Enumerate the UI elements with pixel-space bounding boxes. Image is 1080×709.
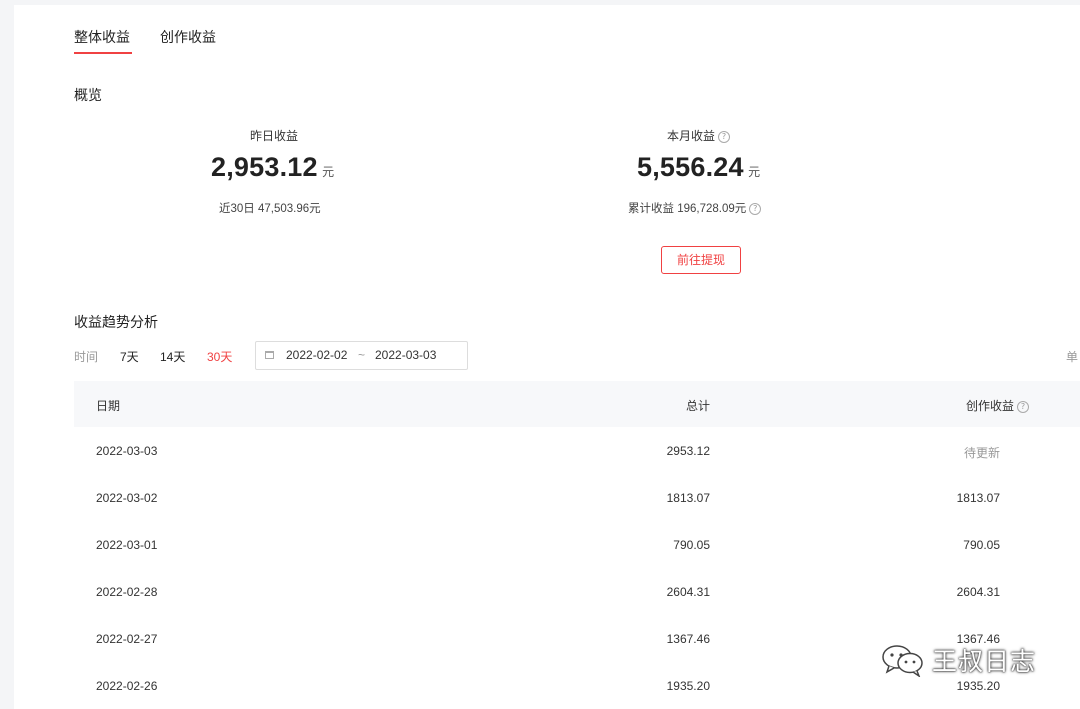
time-filter-label: 时间 xyxy=(74,350,99,364)
wechat-icon xyxy=(882,645,923,677)
row-total: 1935.20 xyxy=(666,679,710,693)
month-unit: 元 xyxy=(748,165,761,179)
row-total: 790.05 xyxy=(673,538,710,552)
month-earnings-label: 本月收益 xyxy=(667,129,716,143)
table-header: 日期 总计 创作收益? xyxy=(74,381,1080,427)
table-row: 2022-03-02 1813.07 1813.07 xyxy=(74,474,1080,522)
row-date: 2022-02-28 xyxy=(96,585,158,599)
overview-title: 概览 xyxy=(74,87,102,103)
yesterday-unit: 元 xyxy=(322,165,335,179)
row-total: 1367.46 xyxy=(666,632,710,646)
table-row: 2022-03-03 2953.12 待更新 xyxy=(74,427,1080,475)
filter-30-days[interactable]: 30天 xyxy=(207,348,232,365)
date-end: 2022-03-03 xyxy=(375,348,437,362)
total-earnings: 累计收益 196,728.09元 xyxy=(628,203,747,215)
watermark-text: 王叔日志 xyxy=(932,648,1037,676)
col-total: 总计 xyxy=(685,399,710,413)
tab-creation-earnings[interactable]: 创作收益 xyxy=(160,27,216,47)
date-range-picker[interactable]: 2022-02-02 ~ 2022-03-03 xyxy=(255,341,468,370)
total-earnings-group: 累计收益 196,728.09元? xyxy=(628,200,762,216)
table-row: 2022-03-01 790.05 790.05 xyxy=(74,521,1080,569)
yesterday-amount: 2,953.12 xyxy=(211,152,318,182)
row-creation: 1813.07 xyxy=(956,491,1000,505)
row-date: 2022-02-27 xyxy=(96,632,158,646)
month-amount: 5,556.24 xyxy=(637,152,744,182)
help-icon[interactable]: ? xyxy=(1017,400,1029,413)
row-date: 2022-03-03 xyxy=(96,444,158,458)
col-creation-group: 创作收益? xyxy=(966,397,1029,414)
withdraw-button[interactable]: 前往提现 xyxy=(661,246,741,274)
active-tab-indicator xyxy=(74,52,132,54)
row-creation: 1935.20 xyxy=(956,679,1000,693)
filter-7-days[interactable]: 7天 xyxy=(120,348,139,365)
col-creation: 创作收益 xyxy=(965,399,1014,413)
col-date: 日期 xyxy=(96,399,121,413)
row-total: 1813.07 xyxy=(666,491,710,505)
table-row: 2022-02-28 2604.31 2604.31 xyxy=(74,568,1080,616)
row-date: 2022-02-26 xyxy=(96,679,158,693)
filter-14-days[interactable]: 14天 xyxy=(160,348,185,365)
month-earnings-label-group: 本月收益? xyxy=(667,127,731,144)
row-creation: 2604.31 xyxy=(956,585,1000,599)
month-earnings-value: 5,556.24 元 xyxy=(637,152,760,183)
date-start: 2022-02-02 xyxy=(286,348,348,362)
calendar-icon xyxy=(265,351,274,359)
row-date: 2022-03-01 xyxy=(96,538,158,552)
yesterday-earnings-value: 2,953.12 元 xyxy=(211,152,334,183)
row-creation: 790.05 xyxy=(963,538,1000,552)
earnings-card: 整体收益 创作收益 概览 昨日收益 2,953.12 元 近30日 47,503… xyxy=(14,5,1080,709)
last-30-days-earnings: 近30日 47,503.96元 xyxy=(219,203,321,215)
help-icon[interactable]: ? xyxy=(718,130,731,143)
tab-overall-earnings[interactable]: 整体收益 xyxy=(74,27,130,47)
row-total: 2953.12 xyxy=(666,444,710,458)
row-total: 2604.31 xyxy=(666,585,710,599)
date-separator: ~ xyxy=(358,348,366,362)
row-creation: 待更新 xyxy=(963,446,1000,460)
yesterday-earnings-label: 昨日收益 xyxy=(250,129,299,143)
help-icon[interactable]: ? xyxy=(749,202,762,215)
trend-analysis-title: 收益趋势分析 xyxy=(74,314,158,330)
unit-label: 单 xyxy=(1066,350,1079,364)
row-date: 2022-03-02 xyxy=(96,491,158,505)
watermark: 王叔日志 xyxy=(880,641,1036,679)
